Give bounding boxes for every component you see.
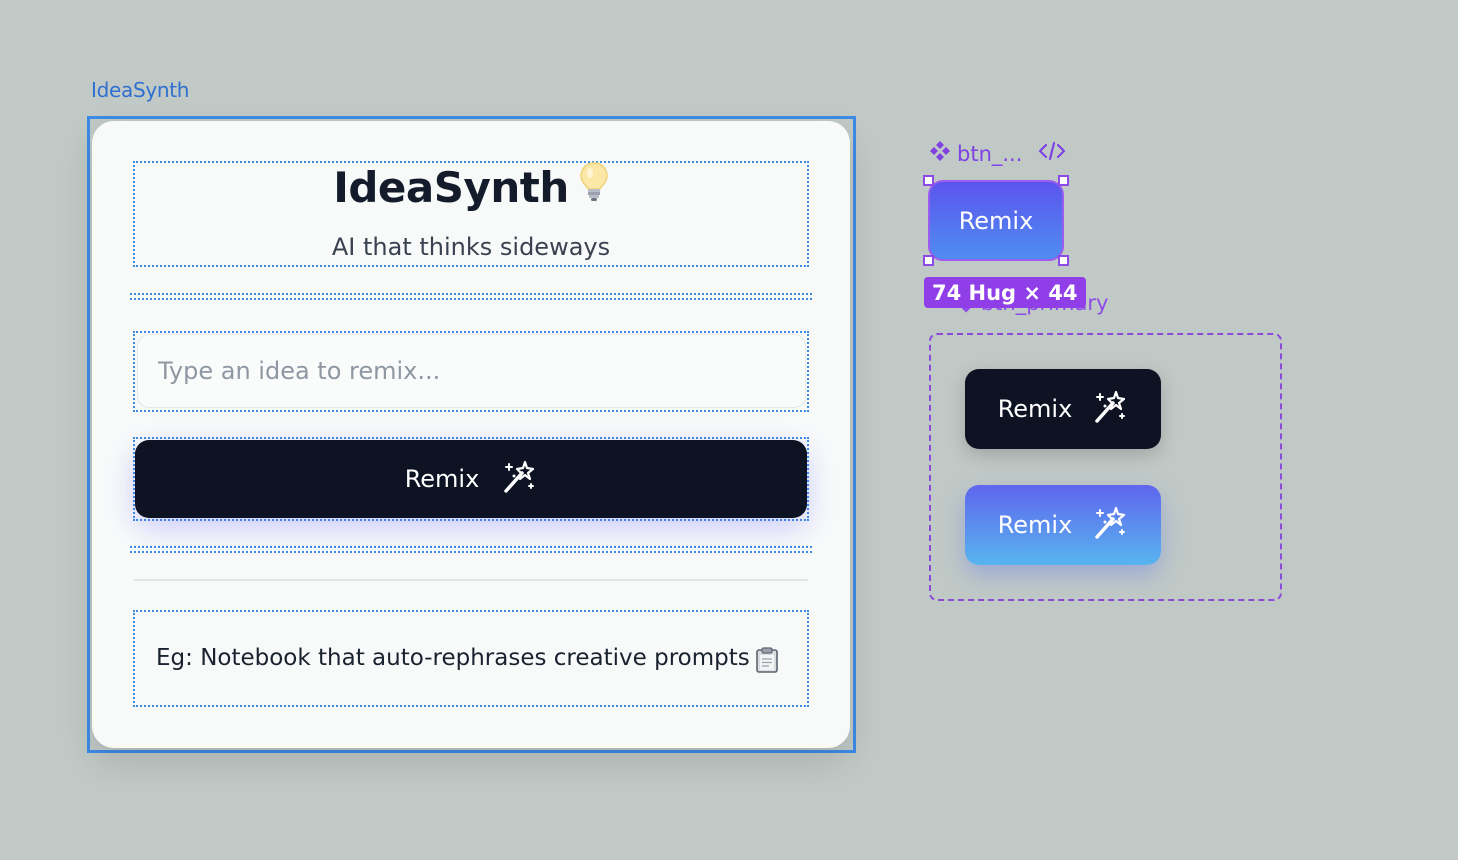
app-title-row: IdeaSynth — [133, 161, 809, 213]
resize-handle[interactable] — [1058, 255, 1069, 266]
resize-handle[interactable] — [1058, 175, 1069, 186]
selected-remix-button[interactable]: Remix — [928, 180, 1064, 261]
spacer — [130, 293, 812, 300]
example-text: Eg: Notebook that auto-rephrases creativ… — [156, 645, 750, 671]
remix-button[interactable]: Remix — [135, 440, 807, 518]
frame-label[interactable]: IdeaSynth — [91, 78, 189, 102]
resize-handle[interactable] — [923, 175, 934, 186]
app-title: IdeaSynth — [333, 163, 569, 212]
size-badge: 74 Hug × 44 — [924, 277, 1086, 308]
variant-label: Remix — [997, 511, 1073, 539]
variant-gradient-button[interactable]: Remix — [965, 485, 1161, 565]
resize-handle[interactable] — [923, 255, 934, 266]
divider — [134, 579, 808, 581]
remix-button-label: Remix — [404, 465, 480, 493]
variant-dark-button[interactable]: Remix — [965, 369, 1161, 449]
component-tag[interactable]: btn_... — [929, 140, 1066, 167]
selected-button-label: Remix — [958, 206, 1034, 235]
lightbulb-icon — [579, 161, 609, 213]
component-icon — [929, 140, 951, 167]
magic-wand-icon — [501, 458, 537, 500]
app-subtitle: AI that thinks sideways — [331, 233, 611, 261]
component-name: btn_... — [957, 141, 1023, 166]
code-icon[interactable] — [1038, 140, 1066, 167]
idea-input[interactable] — [137, 334, 806, 408]
clipboard-icon[interactable] — [755, 647, 779, 677]
magic-wand-icon — [1092, 504, 1128, 546]
magic-wand-icon — [1092, 388, 1128, 430]
spacer — [130, 546, 812, 553]
variant-label: Remix — [997, 395, 1073, 423]
